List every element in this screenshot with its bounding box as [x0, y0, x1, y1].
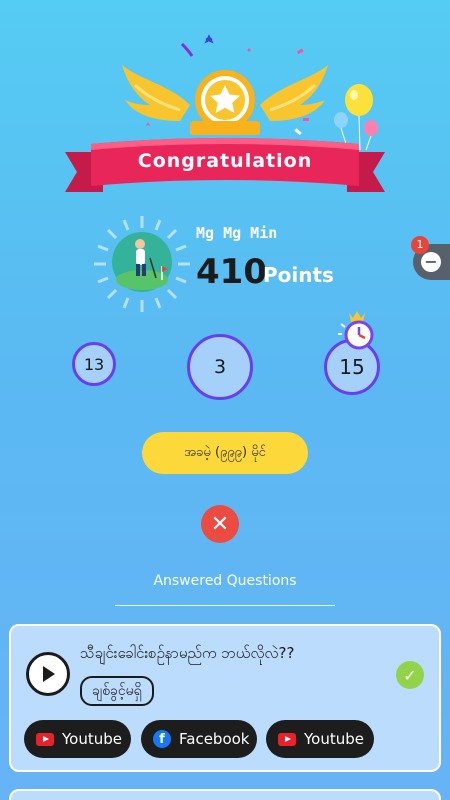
- facebook-icon: f: [153, 730, 171, 748]
- answered-questions-title: Answered Questions: [153, 573, 297, 589]
- close-button[interactable]: ✕: [201, 505, 239, 543]
- free-miles-button[interactable]: အခမဲ့ (၉၉၉) မိုင်: [142, 432, 308, 474]
- clock-crown-icon: [338, 311, 374, 350]
- user-name: Mg Mg Min: [196, 224, 278, 242]
- minus-icon[interactable]: −: [421, 252, 441, 272]
- youtube-button-label: Youtube: [304, 730, 364, 748]
- points-value: 410: [196, 252, 267, 292]
- notification-badge: 1: [411, 236, 429, 254]
- stat-circle-center: 3: [187, 334, 253, 400]
- next-question-card: [9, 789, 441, 800]
- youtube-button[interactable]: Youtube: [266, 720, 374, 758]
- congratulation-title: Congratulation: [137, 150, 313, 172]
- divider: [115, 605, 335, 606]
- answer-pill: ချစ်ခွင့်မရှိ: [80, 676, 154, 706]
- question-text: သီချင်းခေါင်းစဉ်နာမည်က ဘယ်လိုလဲ??: [80, 644, 295, 662]
- play-icon: [43, 666, 55, 682]
- youtube-icon: [278, 732, 296, 746]
- avatar: [94, 216, 190, 312]
- close-icon: ✕: [210, 511, 230, 537]
- facebook-button[interactable]: f Facebook: [141, 720, 257, 758]
- winner-wings-medal: [122, 65, 328, 135]
- youtube-button[interactable]: Youtube: [24, 720, 131, 758]
- youtube-button-label: Youtube: [62, 730, 122, 748]
- stat-circle-left: 13: [72, 342, 116, 386]
- points-label: Points: [263, 263, 334, 287]
- facebook-button-label: Facebook: [179, 730, 250, 748]
- check-icon: ✓: [396, 661, 424, 689]
- play-button[interactable]: [26, 652, 70, 696]
- youtube-icon: [36, 732, 54, 746]
